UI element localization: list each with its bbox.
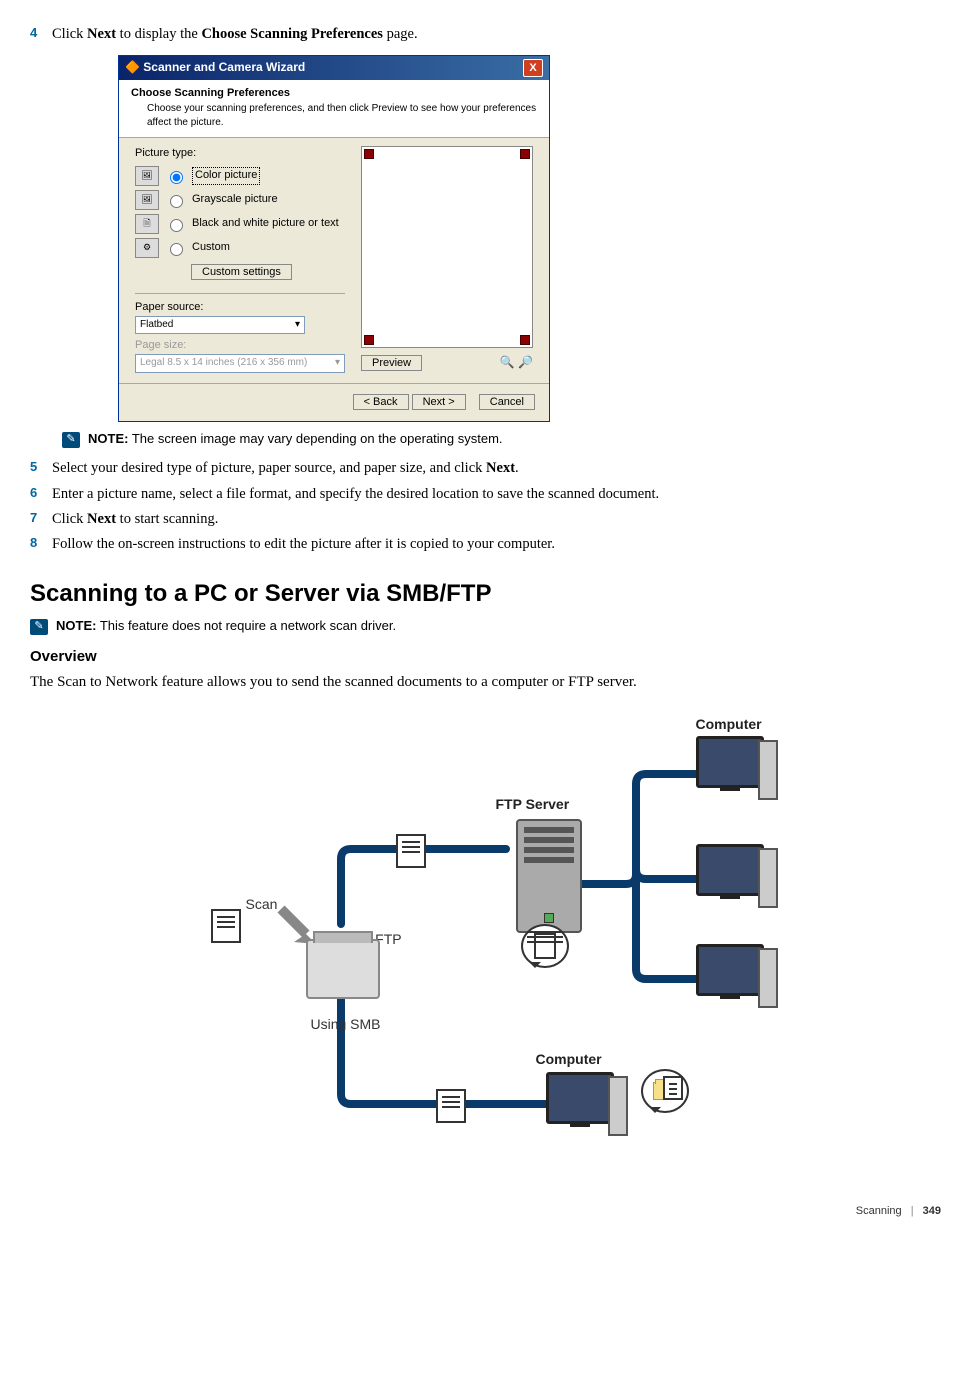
computer-icon [696, 736, 778, 802]
step-7: 7 Click Next to start scanning. [30, 509, 941, 530]
custom-settings-button[interactable]: Custom settings [191, 264, 292, 280]
speech-bubble [521, 924, 569, 968]
preview-button[interactable]: Preview [361, 355, 422, 371]
page-size-label: Page size: [135, 338, 345, 354]
picture-custom-icon: ⚙ [135, 238, 159, 258]
cancel-button[interactable]: Cancel [479, 394, 535, 410]
page-size-select: Legal 8.5 x 14 inches (216 x 356 mm)▾ [135, 354, 345, 373]
option-bw[interactable]: 🗎 Black and white picture or text [135, 214, 345, 234]
picture-gray-icon: 🖼 [135, 190, 159, 210]
wizard-dialog: 🔶 Scanner and Camera Wizard X Choose Sca… [118, 55, 550, 422]
label-using-smb: Using SMB [311, 1014, 381, 1034]
section-heading: Scanning to a PC or Server via SMB/FTP [30, 577, 941, 612]
network-diagram: Computer FTP Server Scan Using FTP Using… [166, 714, 806, 1164]
document-icon [534, 933, 556, 959]
note-os-vary: ✎ NOTE: The screen image may vary depend… [62, 430, 941, 449]
step-5: 5 Select your desired type of picture, p… [30, 458, 941, 479]
document-icon [396, 834, 426, 868]
step-4: 4 Click Next to display the Choose Scann… [30, 24, 941, 45]
step-6: 6 Enter a picture name, select a file fo… [30, 484, 941, 505]
option-custom[interactable]: ⚙ Custom [135, 238, 345, 258]
document-icon [436, 1089, 466, 1123]
page-footer: Scanning | 349 [30, 1204, 941, 1220]
option-color[interactable]: 🖼 Color picture [135, 166, 345, 186]
paper-source-label: Paper source: [135, 300, 345, 316]
speech-bubble [641, 1069, 689, 1113]
zoom-icons[interactable]: 🔍 🔎 [500, 354, 533, 371]
overview-text: The Scan to Network feature allows you t… [30, 672, 941, 694]
wizard-titlebar: 🔶 Scanner and Camera Wizard X [119, 56, 549, 80]
label-scan: Scan [246, 894, 278, 914]
label-computer-bottom: Computer [536, 1049, 602, 1069]
preview-area [361, 146, 533, 348]
next-button[interactable]: Next > [412, 394, 466, 410]
computer-icon [696, 944, 778, 1010]
note-no-driver: ✎ NOTE: This feature does not require a … [30, 617, 941, 636]
option-grayscale[interactable]: 🖼 Grayscale picture [135, 190, 345, 210]
chevron-down-icon: ▾ [335, 356, 340, 371]
picture-type-label: Picture type: [135, 146, 345, 162]
document-icon [663, 1076, 683, 1100]
note-icon: ✎ [30, 619, 48, 635]
picture-color-icon: 🖼 [135, 166, 159, 186]
step-text: Click Next to display the Choose Scannin… [52, 24, 941, 45]
note-icon: ✎ [62, 432, 80, 448]
overview-heading: Overview [30, 646, 941, 668]
document-icon [211, 909, 241, 943]
step-number: 4 [30, 24, 52, 43]
paper-source-select[interactable]: Flatbed▾ [135, 316, 305, 335]
label-computer-top: Computer [696, 714, 762, 734]
wizard-header: Choose Scanning Preferences Choose your … [119, 80, 549, 138]
printer-icon [306, 939, 380, 999]
computer-icon [696, 844, 778, 910]
back-button[interactable]: < Back [353, 394, 409, 410]
step-8: 8 Follow the on-screen instructions to e… [30, 534, 941, 555]
server-icon [516, 819, 582, 933]
picture-bw-icon: 🗎 [135, 214, 159, 234]
label-ftp-server: FTP Server [496, 794, 570, 814]
computer-icon [546, 1072, 628, 1138]
chevron-down-icon: ▾ [295, 318, 300, 333]
close-icon[interactable]: X [523, 59, 543, 77]
